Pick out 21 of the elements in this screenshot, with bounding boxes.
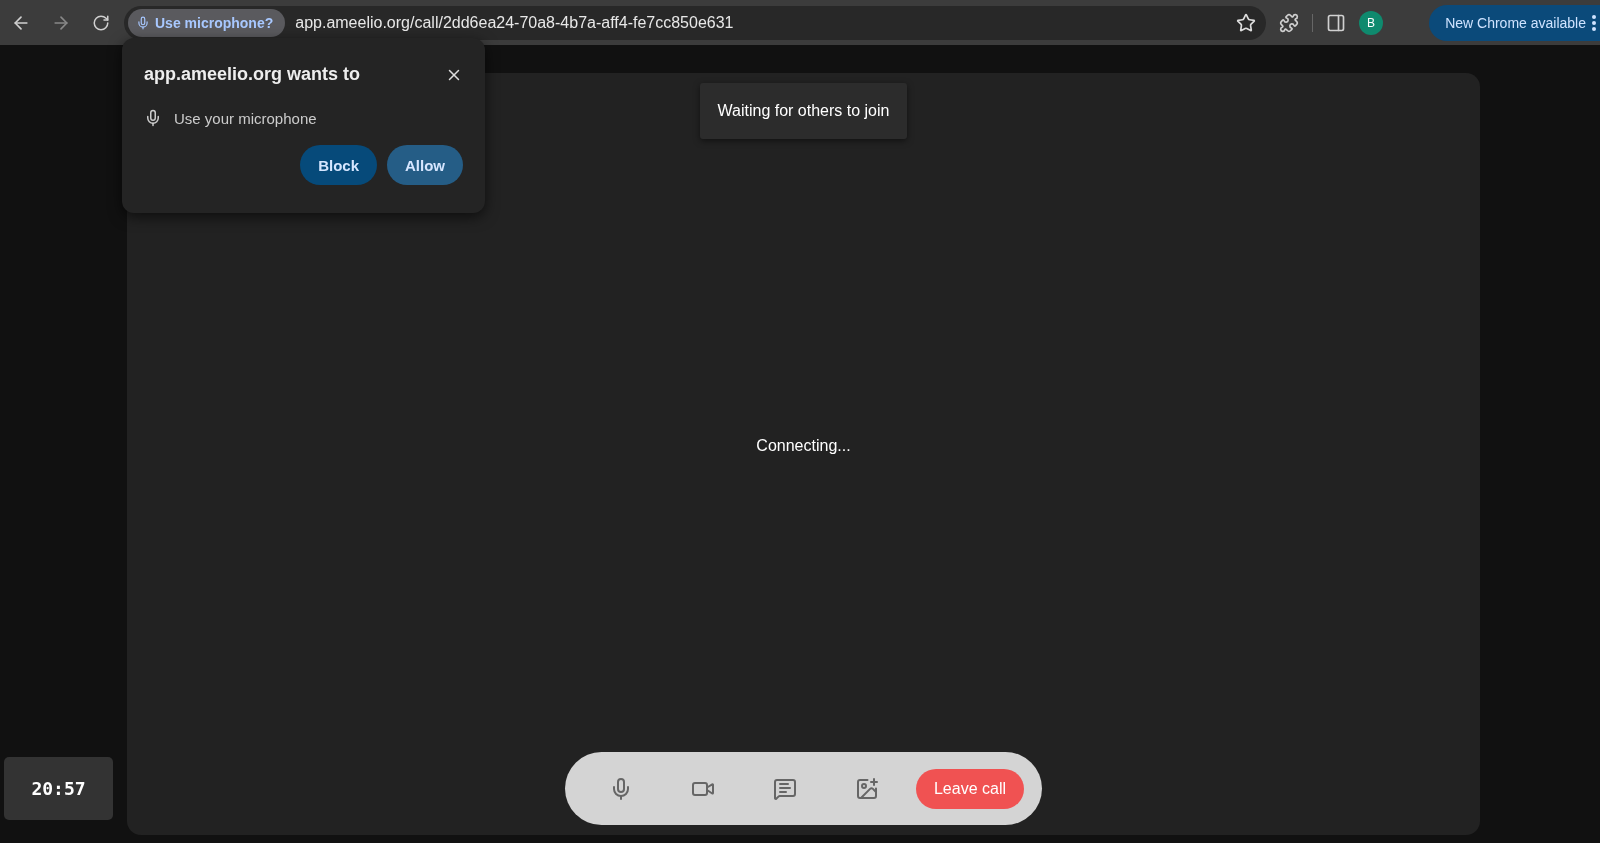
address-bar[interactable]: Use microphone? app.ameelio.org/call/2dd6ea24-70a8-4b7a-aff4-fe7cc850e631 (124, 5, 1266, 40)
puzzle-piece-icon (1279, 12, 1299, 33)
leave-call-button[interactable]: Leave call (915, 768, 1024, 809)
microphone-icon (144, 109, 162, 127)
popup-title: app.ameelio.org wants to (144, 64, 361, 85)
profile-avatar[interactable]: B (1359, 10, 1383, 35)
more-menu-icon (1592, 14, 1596, 31)
connecting-text: Connecting... (756, 436, 851, 455)
block-button[interactable]: Block (300, 145, 377, 185)
waiting-toast: Waiting for others to join (699, 83, 908, 139)
side-panel-icon (1326, 12, 1346, 33)
permission-chip[interactable]: Use microphone? (128, 8, 286, 37)
call-timer: 20:57 (4, 757, 113, 820)
chat-icon (772, 776, 797, 801)
bookmark-star-icon[interactable] (1236, 12, 1256, 33)
url-text: app.ameelio.org/call/2dd6ea24-70a8-4b7a-aff4-fe7cc850e631 (295, 13, 735, 32)
update-button[interactable]: New Chrome available (1429, 4, 1600, 41)
allow-button[interactable]: Allow (387, 145, 463, 185)
microphone-icon (136, 15, 150, 30)
permission-request: Use your microphone (174, 109, 317, 127)
reload-icon (92, 13, 110, 32)
